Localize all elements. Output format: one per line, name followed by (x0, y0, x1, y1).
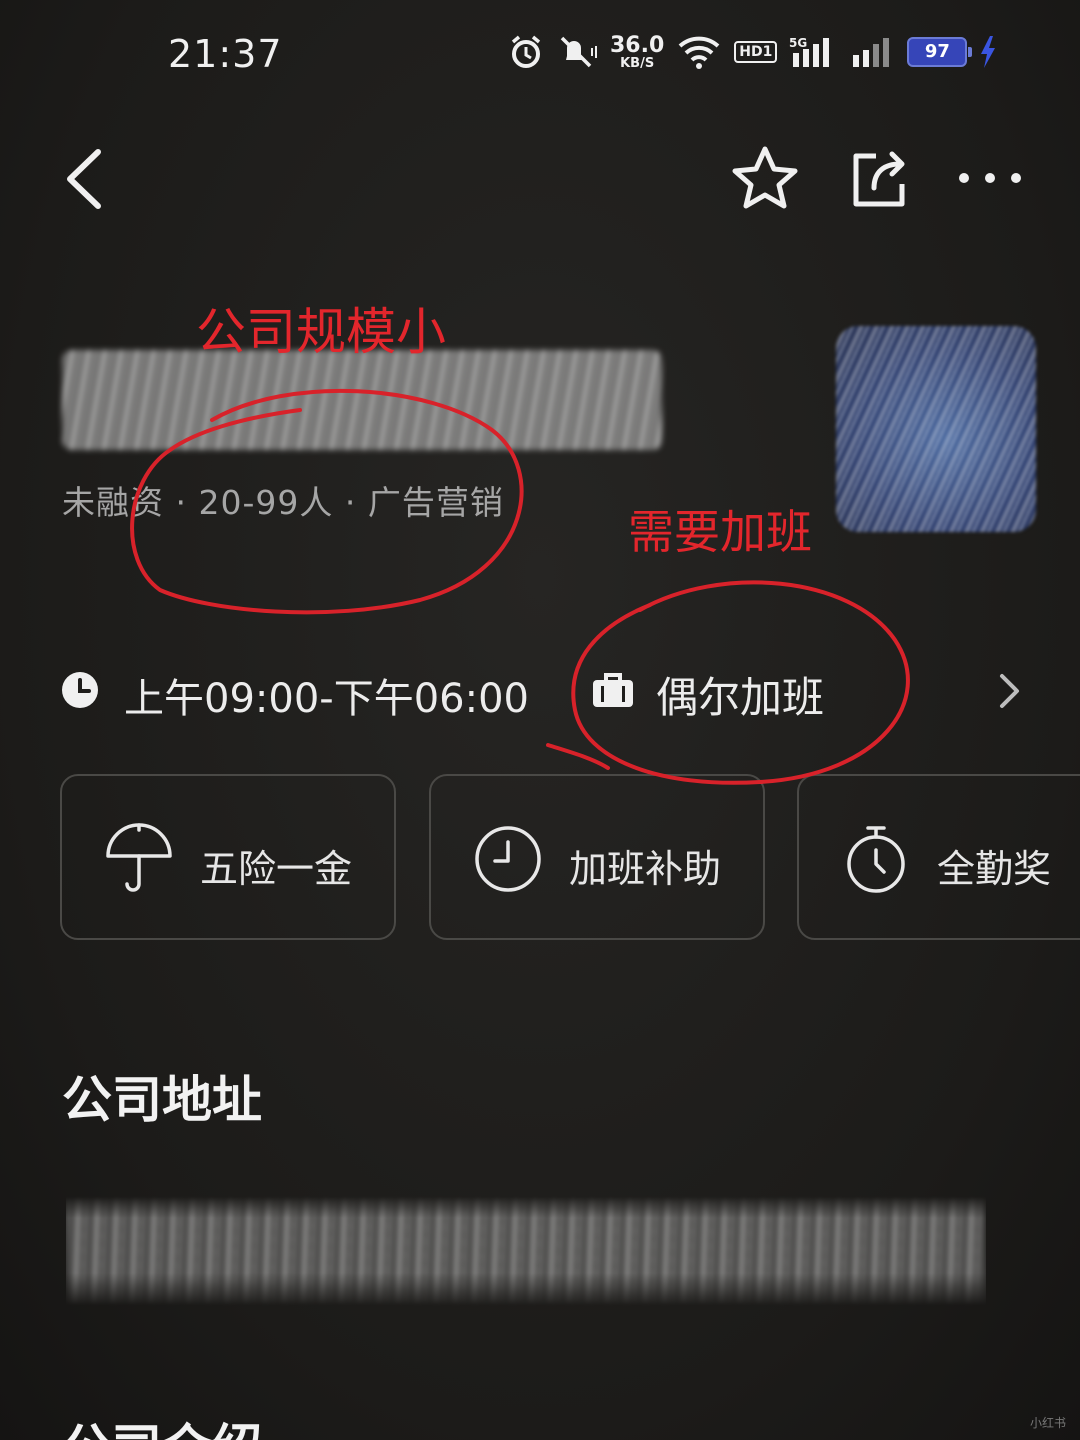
address-redacted[interactable] (66, 1196, 986, 1306)
wifi-icon (678, 36, 720, 69)
signal-icon: 5G (789, 36, 830, 67)
hd-badge: HD1 (734, 41, 778, 63)
annotation-scale-note: 公司规模小 (196, 303, 446, 361)
star-icon[interactable] (730, 144, 800, 214)
battery-indicator: 97 (907, 37, 973, 67)
overtime-status: 偶尔加班 (656, 673, 825, 722)
status-time: 21:37 (168, 32, 283, 76)
company-meta: 未融资 · 20-99人 · 广告营销 (62, 483, 504, 522)
alarm-icon (511, 35, 541, 68)
status-bar: 21:37 36.0 KB/S HD1 5G 97 (0, 0, 1080, 110)
more-icon[interactable] (952, 158, 1028, 198)
annotation-overtime-note: 需要加班 (628, 505, 812, 559)
mute-icon (560, 36, 597, 68)
watermark: 小红书 (1029, 1416, 1066, 1430)
signal-5g-label: 5G (789, 36, 807, 50)
net-speed-unit: KB/S (620, 55, 655, 71)
benefit-card-overtime-pay[interactable]: 加班补助 (429, 774, 765, 940)
benefit-card-insurance[interactable]: 五险一金 (60, 774, 396, 940)
intro-section-title: 公司介绍 (62, 1408, 262, 1440)
benefit-label: 加班补助 (569, 847, 722, 891)
work-hours: 上午09:00-下午06:00 (124, 676, 529, 722)
benefit-label: 全勤奖 (937, 847, 1052, 891)
clock-icon (475, 826, 541, 892)
briefcase-icon (593, 673, 633, 707)
share-icon[interactable] (846, 146, 912, 212)
work-hours-row[interactable]: 上午09:00-下午06:00 偶尔加班 (0, 650, 1080, 730)
clock-icon (62, 672, 98, 708)
charging-icon (981, 36, 996, 68)
back-icon[interactable] (58, 146, 114, 212)
status-icons: 36.0 KB/S HD1 5G 97 (508, 34, 997, 70)
company-logo-redacted (836, 326, 1036, 532)
signal-secondary-icon (853, 38, 890, 67)
net-speed-value: 36.0 (610, 32, 665, 58)
stopwatch-icon (847, 826, 905, 893)
net-speed: 36.0 KB/S (610, 32, 665, 71)
chevron-right-icon (1000, 674, 1019, 708)
app-screen: 21:37 36.0 KB/S HD1 5G 97 未融资 · 20-99人 ·… (0, 0, 1080, 1440)
address-section-title: 公司地址 (62, 1071, 262, 1129)
company-name-redacted (62, 350, 662, 450)
umbrella-icon (106, 823, 172, 892)
benefit-card-attendance-bonus[interactable]: 全勤奖 (797, 774, 1080, 940)
benefit-label: 五险一金 (200, 847, 353, 891)
